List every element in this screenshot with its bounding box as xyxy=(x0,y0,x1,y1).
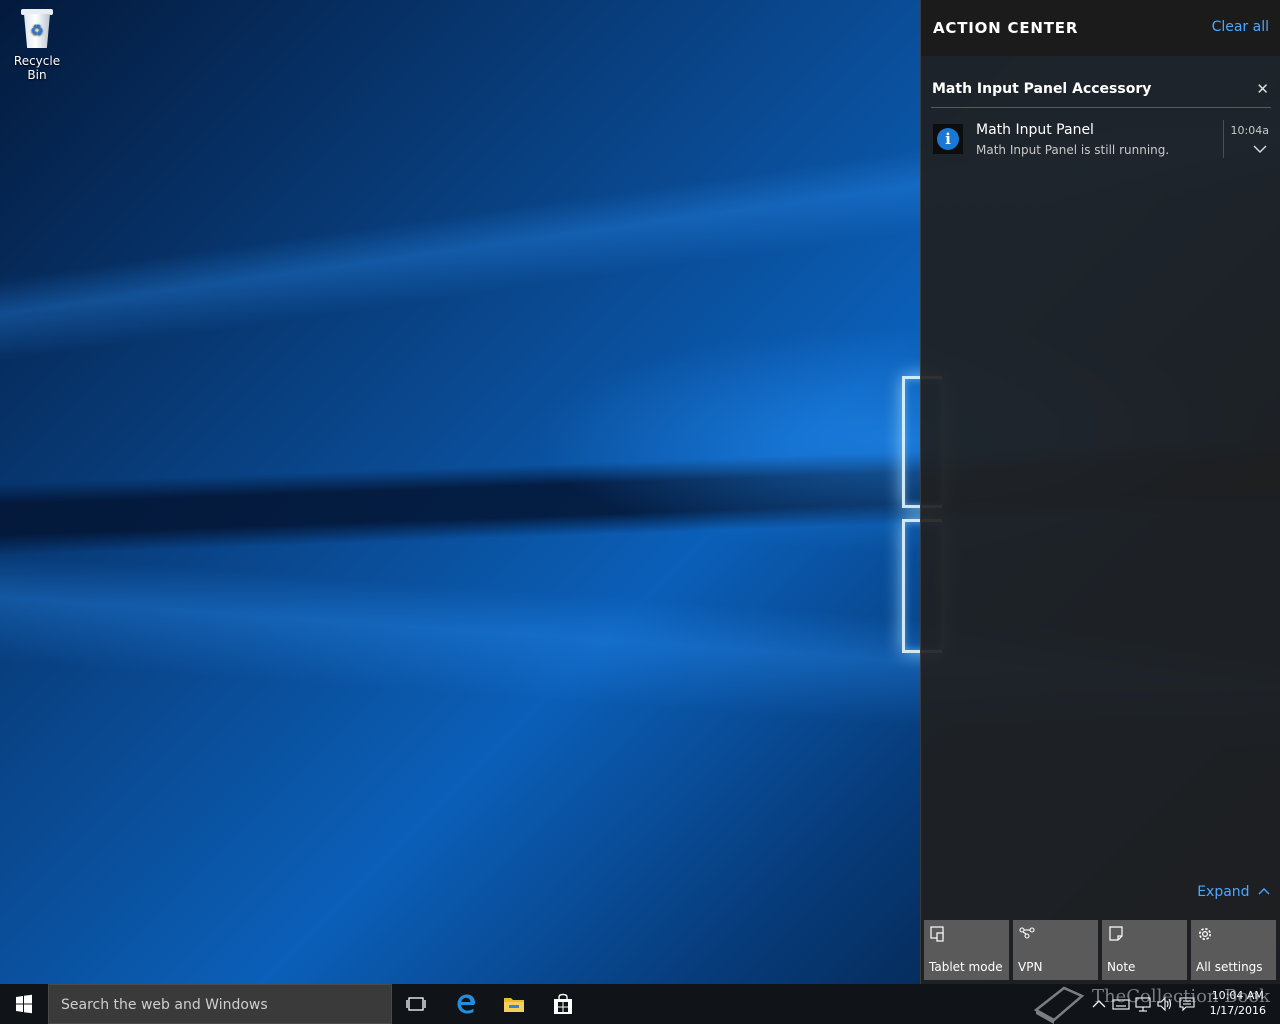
action-center-header: ACTION CENTER Clear all xyxy=(921,0,1280,56)
recycle-bin-icon: ♻ xyxy=(19,6,55,50)
notification-item[interactable]: i Math Input Panel Math Input Panel is s… xyxy=(931,116,1271,162)
note-tile[interactable]: Note xyxy=(1102,920,1187,980)
notification-group-header: Math Input Panel Accessory ✕ xyxy=(931,72,1271,108)
notification-divider xyxy=(1223,120,1224,158)
note-icon xyxy=(1109,926,1123,941)
tablet-mode-tile[interactable]: Tablet mode xyxy=(924,920,1009,980)
expand-label: Expand xyxy=(1197,884,1250,900)
action-center-title: ACTION CENTER xyxy=(933,19,1079,37)
file-explorer-icon xyxy=(504,998,524,1012)
book-icon xyxy=(1033,986,1085,1024)
file-explorer-button[interactable] xyxy=(490,984,538,1024)
tablet-mode-icon xyxy=(930,926,944,942)
clear-all-button[interactable]: Clear all xyxy=(1212,19,1269,35)
info-icon: i xyxy=(933,124,963,154)
edge-button[interactable] xyxy=(442,984,490,1024)
expand-quick-actions-button[interactable]: Expand xyxy=(1197,884,1270,900)
notification-title: Math Input Panel xyxy=(976,122,1094,138)
notification-body: Math Input Panel is still running. xyxy=(976,143,1170,157)
close-icon[interactable]: ✕ xyxy=(1256,80,1269,98)
vpn-label: VPN xyxy=(1018,960,1043,974)
vpn-icon xyxy=(1019,927,1035,939)
store-button[interactable] xyxy=(539,984,587,1024)
all-settings-label: All settings xyxy=(1196,960,1263,974)
watermark-text: TheCollection Book xyxy=(1092,986,1271,1007)
tablet-mode-label: Tablet mode xyxy=(929,960,1003,974)
edge-icon xyxy=(457,994,475,1014)
watermark: TheCollection Book xyxy=(1032,980,1272,1024)
notification-time: 10:04a xyxy=(1230,124,1269,137)
store-icon xyxy=(554,993,572,1014)
chevron-up-icon xyxy=(1258,888,1270,895)
search-placeholder: Search the web and Windows xyxy=(61,997,268,1013)
task-view-icon xyxy=(406,997,426,1011)
start-button[interactable] xyxy=(0,984,48,1024)
quick-actions-row: Tablet mode VPN Note All settings xyxy=(924,920,1280,980)
recycle-bin-label: Recycle Bin xyxy=(13,54,61,82)
all-settings-tile[interactable]: All settings xyxy=(1191,920,1276,980)
search-input[interactable]: Search the web and Windows xyxy=(48,984,392,1024)
action-center-panel: ACTION CENTER Clear all Math Input Panel… xyxy=(920,0,1280,984)
windows-logo-icon xyxy=(16,994,32,1014)
task-view-button[interactable] xyxy=(392,984,440,1024)
notification-group-title: Math Input Panel Accessory xyxy=(932,81,1152,97)
gear-icon xyxy=(1199,928,1211,940)
note-label: Note xyxy=(1107,960,1136,974)
recycle-bin-shortcut[interactable]: ♻ Recycle Bin xyxy=(4,6,70,82)
vpn-tile[interactable]: VPN xyxy=(1013,920,1098,980)
chevron-down-icon[interactable] xyxy=(1253,142,1267,156)
